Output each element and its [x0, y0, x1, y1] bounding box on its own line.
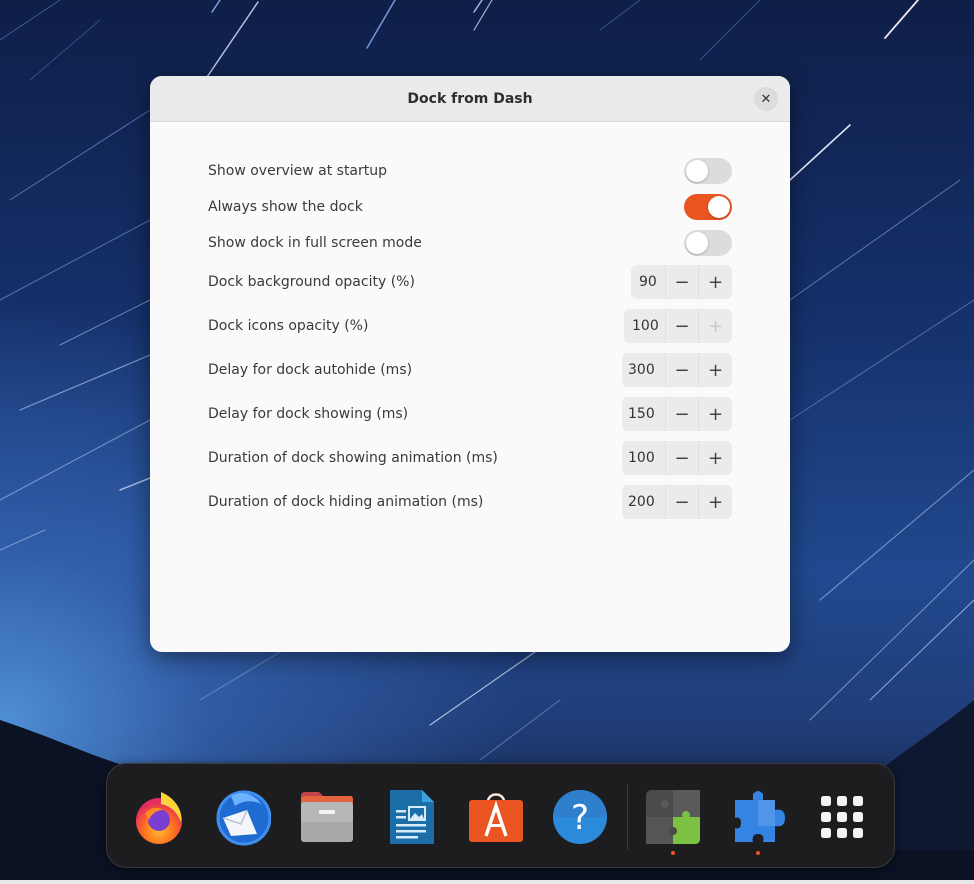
decrement-button[interactable]: −: [666, 485, 699, 519]
thunderbird-icon: [216, 790, 272, 846]
running-indicator: [671, 851, 675, 855]
close-icon: ✕: [760, 91, 772, 107]
spin-value-input[interactable]: 300: [622, 353, 666, 387]
autohide-delay-spinbutton: 300 − +: [622, 353, 732, 387]
spin-value-input[interactable]: 100: [622, 441, 666, 475]
setting-row-bg-opacity: Dock background opacity (%) 90 − +: [208, 265, 732, 299]
setting-label: Duration of dock hiding animation (ms): [208, 494, 484, 510]
dock-item-writer[interactable]: [382, 788, 440, 846]
increment-button[interactable]: +: [699, 441, 732, 475]
spin-value-input[interactable]: 100: [624, 309, 666, 343]
app-center-icon: [469, 793, 523, 842]
setting-label: Always show the dock: [208, 199, 363, 215]
dock-item-extension-manager[interactable]: [644, 788, 702, 846]
setting-label: Delay for dock showing (ms): [208, 406, 409, 422]
spin-value-input[interactable]: 90: [631, 265, 666, 299]
increment-button[interactable]: +: [699, 353, 732, 387]
svg-text:?: ?: [571, 798, 589, 838]
toggle-knob: [686, 160, 708, 182]
dock-item-app-center[interactable]: [467, 788, 525, 846]
bg-opacity-spinbutton: 90 − +: [631, 265, 732, 299]
always-show-dock-toggle[interactable]: [684, 194, 732, 220]
dialog-titlebar[interactable]: Dock from Dash ✕: [150, 76, 790, 122]
show-apps-button[interactable]: [813, 788, 871, 846]
dock-item-thunderbird[interactable]: [213, 788, 272, 846]
dock-item-help[interactable]: ?: [551, 788, 609, 846]
setting-row-hide-animation: Duration of dock hiding animation (ms) 2…: [208, 485, 732, 519]
decrement-button[interactable]: −: [666, 397, 699, 431]
setting-row-show-delay: Delay for dock showing (ms) 150 − +: [208, 397, 732, 431]
setting-row-show-animation: Duration of dock showing animation (ms) …: [208, 441, 732, 475]
decrement-button[interactable]: −: [666, 353, 699, 387]
libreoffice-writer-icon: [390, 790, 434, 844]
extensions-puzzle-icon: [735, 791, 785, 842]
app-grid-icon: [821, 796, 863, 838]
files-folder-icon: [301, 792, 353, 842]
setting-row-autohide-delay: Delay for dock autohide (ms) 300 − +: [208, 353, 732, 387]
show-overview-toggle[interactable]: [684, 158, 732, 184]
toggle-knob: [686, 232, 708, 254]
setting-label: Show overview at startup: [208, 163, 388, 179]
setting-label: Delay for dock autohide (ms): [208, 362, 413, 378]
fullscreen-dock-toggle[interactable]: [684, 230, 732, 256]
increment-button[interactable]: +: [699, 265, 732, 299]
dock-separator: [627, 784, 628, 850]
dock: ?: [106, 763, 895, 868]
setting-label: Duration of dock showing animation (ms): [208, 450, 498, 466]
hide-animation-spinbutton: 200 − +: [622, 485, 732, 519]
dock-item-firefox[interactable]: [131, 788, 189, 846]
running-indicator: [756, 851, 760, 855]
setting-label: Show dock in full screen mode: [208, 235, 422, 251]
extension-manager-icon: [646, 790, 700, 844]
spin-value-input[interactable]: 150: [622, 397, 666, 431]
decrement-button[interactable]: −: [666, 265, 699, 299]
setting-row-fullscreen: Show dock in full screen mode: [208, 230, 732, 256]
help-icon: ?: [553, 790, 607, 844]
setting-row-always-show-dock: Always show the dock: [208, 194, 732, 220]
dialog-title: Dock from Dash: [407, 90, 533, 107]
increment-button[interactable]: +: [699, 309, 732, 343]
increment-button[interactable]: +: [699, 485, 732, 519]
preferences-dialog: Dock from Dash ✕ Show overview at startu…: [150, 76, 790, 652]
decrement-button[interactable]: −: [666, 441, 699, 475]
dock-item-files[interactable]: [297, 788, 355, 846]
show-animation-spinbutton: 100 − +: [622, 441, 732, 475]
close-button[interactable]: ✕: [754, 87, 778, 111]
bottom-edge: [0, 880, 974, 884]
decrement-button[interactable]: −: [666, 309, 699, 343]
show-delay-spinbutton: 150 − +: [622, 397, 732, 431]
spin-value-input[interactable]: 200: [622, 485, 666, 519]
firefox-icon: [136, 792, 182, 844]
increment-button[interactable]: +: [699, 397, 732, 431]
dock-item-extensions[interactable]: [729, 788, 787, 846]
setting-label: Dock icons opacity (%): [208, 318, 369, 334]
setting-row-show-overview: Show overview at startup: [208, 158, 732, 184]
setting-row-icons-opacity: Dock icons opacity (%) 100 − +: [208, 309, 732, 343]
setting-label: Dock background opacity (%): [208, 274, 415, 290]
toggle-knob: [708, 196, 730, 218]
icons-opacity-spinbutton: 100 − +: [624, 309, 732, 343]
